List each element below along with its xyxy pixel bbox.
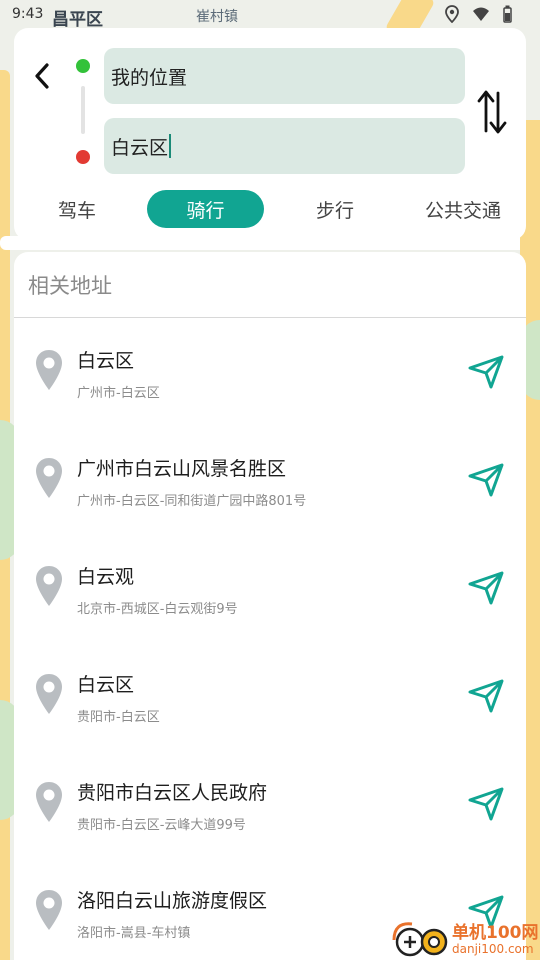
status-time: 9:43 (12, 6, 44, 22)
watermark-name: 单机100网 (452, 923, 539, 943)
result-title: 白云区 (77, 674, 135, 696)
result-title: 白云区 (77, 350, 135, 372)
destination-value: 白云区 (111, 136, 169, 159)
watermark-url: danji100.com (452, 942, 534, 956)
location-pin-icon (36, 890, 62, 930)
swap-button[interactable] (475, 86, 509, 138)
result-title: 广州市白云山风景名胜区 (77, 458, 287, 480)
back-button[interactable] (28, 58, 56, 94)
result-title: 洛阳白云山旅游度假区 (77, 890, 268, 912)
result-item[interactable]: 广州市白云山风景名胜区 广州市-白云区-同和街道广园中路801号 (14, 426, 526, 534)
tab-walking[interactable]: 步行 (294, 190, 376, 228)
result-title: 白云观 (77, 566, 135, 588)
tab-label: 步行 (315, 199, 354, 222)
start-point-dot (76, 59, 90, 73)
end-point-dot (76, 150, 90, 164)
status-bar: 9:43 (0, 0, 540, 30)
watermark-logo-icon (392, 922, 448, 957)
tab-label: 驾车 (57, 199, 96, 222)
tab-cycling[interactable]: 骑行 (147, 190, 264, 228)
navigation-arrow-icon (468, 571, 504, 605)
text-cursor (169, 134, 172, 158)
wifi-icon (473, 7, 489, 21)
location-pin-icon (36, 674, 62, 714)
location-pin-icon (36, 782, 62, 822)
origin-value: 我的位置 (111, 66, 188, 89)
result-subtitle: 广州市-白云区 (77, 386, 160, 401)
location-pin-icon (36, 458, 62, 498)
navigation-arrow-icon (468, 355, 504, 389)
result-item[interactable]: 白云区 广州市-白云区 (14, 318, 526, 426)
tab-public-transit[interactable]: 公共交通 (412, 190, 514, 228)
navigation-arrow-icon (468, 787, 504, 821)
location-pin-icon (36, 350, 62, 390)
result-subtitle: 北京市-西城区-白云观街9号 (77, 602, 238, 617)
result-subtitle: 贵阳市-白云区-云峰大道99号 (77, 818, 246, 833)
destination-field[interactable]: 白云区 (104, 118, 465, 174)
result-item[interactable]: 贵阳市白云区人民政府 贵阳市-白云区-云峰大道99号 (14, 750, 526, 858)
navigate-button[interactable] (464, 784, 508, 824)
battery-icon (503, 5, 512, 23)
navigation-arrow-icon (468, 463, 504, 497)
tab-label: 公共交通 (424, 199, 501, 222)
results-header-label: 相关地址 (28, 273, 112, 298)
tab-driving[interactable]: 驾车 (36, 190, 118, 228)
tab-label: 骑行 (186, 199, 225, 222)
result-title: 贵阳市白云区人民政府 (77, 782, 268, 804)
travel-mode-tabs: 驾车 骑行 步行 公共交通 (14, 188, 526, 230)
navigate-button[interactable] (464, 568, 508, 608)
navigate-button[interactable] (464, 460, 508, 500)
result-subtitle: 广州市-白云区-同和街道广园中路801号 (77, 494, 307, 509)
results-header: 相关地址 (14, 252, 526, 318)
chevron-left-icon (35, 63, 49, 89)
swap-arrows-icon (477, 90, 507, 134)
location-icon (445, 5, 459, 23)
origin-field[interactable]: 我的位置 (104, 48, 465, 104)
route-connector (81, 86, 85, 134)
result-item[interactable]: 白云观 北京市-西城区-白云观街9号 (14, 534, 526, 642)
status-icons (444, 5, 512, 23)
result-subtitle: 洛阳市-嵩县-车村镇 (77, 926, 191, 941)
route-card: 我的位置 白云区 驾车 骑行 步行 公共交通 (14, 28, 526, 240)
result-subtitle: 贵阳市-白云区 (77, 710, 160, 725)
navigate-button[interactable] (464, 352, 508, 392)
result-item[interactable]: 白云区 贵阳市-白云区 (14, 642, 526, 750)
results-panel: 相关地址 白云区 广州市-白云区 广州市白云山风景名胜区 广州市-白云区-同和街… (14, 252, 526, 960)
location-pin-icon (36, 566, 62, 606)
navigation-arrow-icon (468, 679, 504, 713)
watermark: 单机100网 danji100.com (390, 910, 540, 960)
navigate-button[interactable] (464, 676, 508, 716)
